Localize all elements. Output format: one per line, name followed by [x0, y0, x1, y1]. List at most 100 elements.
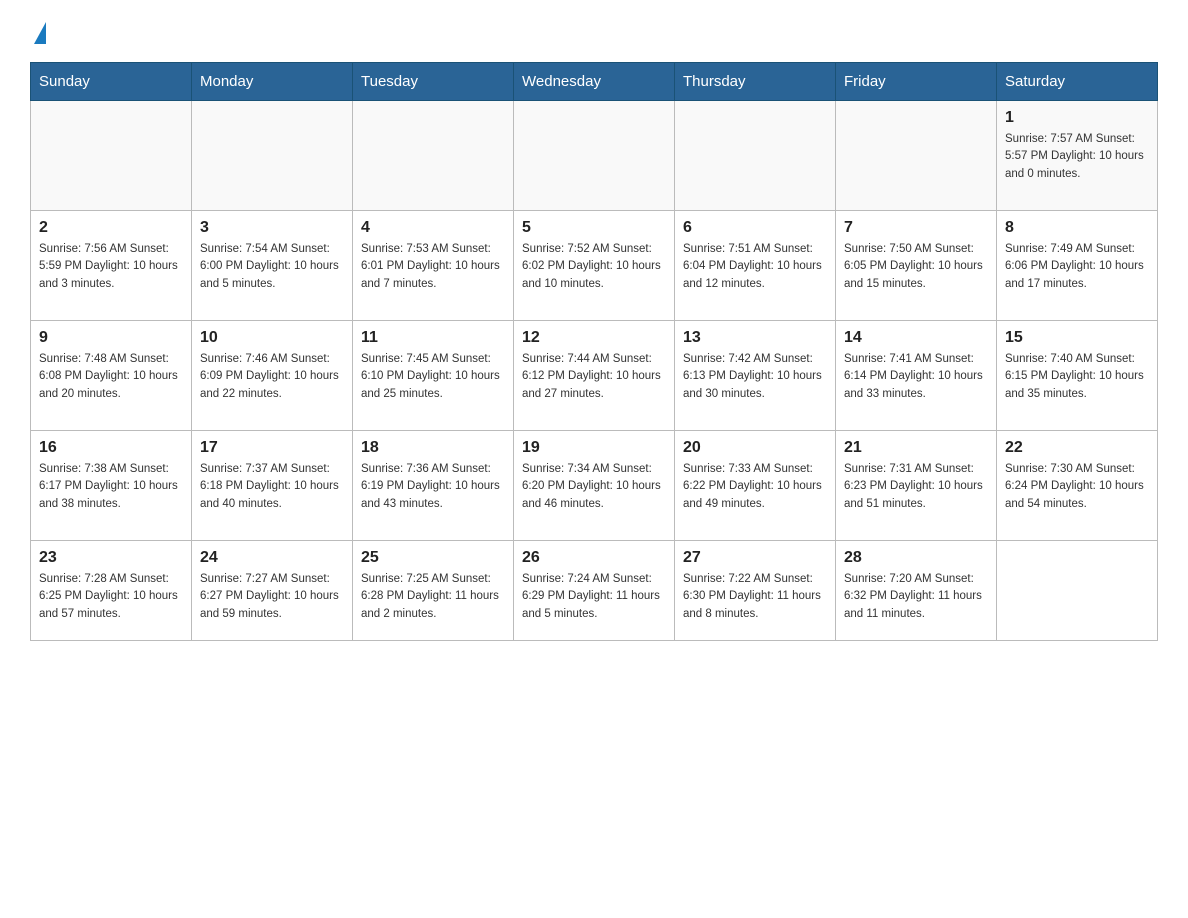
calendar-week-row: 16 Sunrise: 7:38 AM Sunset: 6:17 PM Dayli…	[31, 431, 1158, 541]
calendar-cell: 4Sunrise: 7:53 AM Sunset: 6:01 PM Daylig…	[353, 211, 514, 321]
calendar-cell: 28 Sunrise: 7:20 AM Sunset: 6:32 PM Dayli…	[836, 541, 997, 641]
day-info: Sunrise: 7:20 AM Sunset: 6:32 PM Dayligh…	[844, 571, 988, 623]
day-number: 12	[522, 329, 666, 347]
day-number: 9	[39, 329, 183, 347]
weekday-header-saturday: Saturday	[997, 63, 1158, 101]
calendar-cell: 21 Sunrise: 7:31 AM Sunset: 6:23 PM Dayli…	[836, 431, 997, 541]
weekday-header-wednesday: Wednesday	[514, 63, 675, 101]
weekday-header-sunday: Sunday	[31, 63, 192, 101]
calendar-cell: 22Sunrise: 7:30 AM Sunset: 6:24 PM Dayli…	[997, 431, 1158, 541]
calendar-week-row: 1 Sunrise: 7:57 AM Sunset: 5:57 PM Daylig…	[31, 101, 1158, 211]
day-info: Sunrise: 7:41 AM Sunset: 6:14 PM Dayligh…	[844, 351, 988, 403]
calendar-cell: 26 Sunrise: 7:24 AM Sunset: 6:29 PM Dayli…	[514, 541, 675, 641]
day-number: 23	[39, 549, 183, 567]
day-number: 22	[1005, 439, 1149, 457]
day-info: Sunrise: 7:56 AM Sunset: 5:59 PM Dayligh…	[39, 241, 183, 293]
calendar-cell: 24 Sunrise: 7:27 AM Sunset: 6:27 PM Dayli…	[192, 541, 353, 641]
day-info: Sunrise: 7:49 AM Sunset: 6:06 PM Dayligh…	[1005, 241, 1149, 293]
calendar-cell	[192, 101, 353, 211]
day-number: 5	[522, 219, 666, 237]
calendar-cell: 5 Sunrise: 7:52 AM Sunset: 6:02 PM Daylig…	[514, 211, 675, 321]
day-number: 19	[522, 439, 666, 457]
day-info: Sunrise: 7:34 AM Sunset: 6:20 PM Dayligh…	[522, 461, 666, 513]
calendar-cell: 3 Sunrise: 7:54 AM Sunset: 6:00 PM Daylig…	[192, 211, 353, 321]
calendar-cell	[514, 101, 675, 211]
day-number: 8	[1005, 219, 1149, 237]
calendar-cell: 15 Sunrise: 7:40 AM Sunset: 6:15 PM Dayli…	[997, 321, 1158, 431]
calendar-cell: 2 Sunrise: 7:56 AM Sunset: 5:59 PM Daylig…	[31, 211, 192, 321]
day-info: Sunrise: 7:57 AM Sunset: 5:57 PM Dayligh…	[1005, 131, 1149, 183]
calendar-cell: 13 Sunrise: 7:42 AM Sunset: 6:13 PM Dayli…	[675, 321, 836, 431]
calendar-cell: 1 Sunrise: 7:57 AM Sunset: 5:57 PM Daylig…	[997, 101, 1158, 211]
day-info: Sunrise: 7:28 AM Sunset: 6:25 PM Dayligh…	[39, 571, 183, 623]
calendar-cell: 11 Sunrise: 7:45 AM Sunset: 6:10 PM Dayli…	[353, 321, 514, 431]
day-info: Sunrise: 7:33 AM Sunset: 6:22 PM Dayligh…	[683, 461, 827, 513]
day-number: 27	[683, 549, 827, 567]
calendar-cell: 16 Sunrise: 7:38 AM Sunset: 6:17 PM Dayli…	[31, 431, 192, 541]
day-info: Sunrise: 7:27 AM Sunset: 6:27 PM Dayligh…	[200, 571, 344, 623]
day-info: Sunrise: 7:46 AM Sunset: 6:09 PM Dayligh…	[200, 351, 344, 403]
calendar-cell: 27 Sunrise: 7:22 AM Sunset: 6:30 PM Dayli…	[675, 541, 836, 641]
day-number: 21	[844, 439, 988, 457]
day-info: Sunrise: 7:50 AM Sunset: 6:05 PM Dayligh…	[844, 241, 988, 293]
calendar-cell: 23 Sunrise: 7:28 AM Sunset: 6:25 PM Dayli…	[31, 541, 192, 641]
calendar-cell: 18 Sunrise: 7:36 AM Sunset: 6:19 PM Dayli…	[353, 431, 514, 541]
day-number: 11	[361, 329, 505, 347]
calendar-cell: 25 Sunrise: 7:25 AM Sunset: 6:28 PM Dayli…	[353, 541, 514, 641]
day-info: Sunrise: 7:24 AM Sunset: 6:29 PM Dayligh…	[522, 571, 666, 623]
day-number: 3	[200, 219, 344, 237]
day-info: Sunrise: 7:40 AM Sunset: 6:15 PM Dayligh…	[1005, 351, 1149, 403]
day-info: Sunrise: 7:52 AM Sunset: 6:02 PM Dayligh…	[522, 241, 666, 293]
calendar-cell: 9 Sunrise: 7:48 AM Sunset: 6:08 PM Daylig…	[31, 321, 192, 431]
calendar-week-row: 9 Sunrise: 7:48 AM Sunset: 6:08 PM Daylig…	[31, 321, 1158, 431]
day-number: 18	[361, 439, 505, 457]
calendar-cell: 12 Sunrise: 7:44 AM Sunset: 6:12 PM Dayli…	[514, 321, 675, 431]
day-info: Sunrise: 7:48 AM Sunset: 6:08 PM Dayligh…	[39, 351, 183, 403]
day-number: 26	[522, 549, 666, 567]
day-number: 28	[844, 549, 988, 567]
day-info: Sunrise: 7:31 AM Sunset: 6:23 PM Dayligh…	[844, 461, 988, 513]
calendar-cell: 20Sunrise: 7:33 AM Sunset: 6:22 PM Dayli…	[675, 431, 836, 541]
day-info: Sunrise: 7:44 AM Sunset: 6:12 PM Dayligh…	[522, 351, 666, 403]
day-info: Sunrise: 7:36 AM Sunset: 6:19 PM Dayligh…	[361, 461, 505, 513]
day-number: 16	[39, 439, 183, 457]
calendar-week-row: 2 Sunrise: 7:56 AM Sunset: 5:59 PM Daylig…	[31, 211, 1158, 321]
day-number: 1	[1005, 109, 1149, 127]
day-number: 10	[200, 329, 344, 347]
day-number: 4	[361, 219, 505, 237]
day-info: Sunrise: 7:54 AM Sunset: 6:00 PM Dayligh…	[200, 241, 344, 293]
weekday-header-friday: Friday	[836, 63, 997, 101]
calendar-cell	[31, 101, 192, 211]
calendar-cell: 17 Sunrise: 7:37 AM Sunset: 6:18 PM Dayli…	[192, 431, 353, 541]
day-info: Sunrise: 7:42 AM Sunset: 6:13 PM Dayligh…	[683, 351, 827, 403]
day-info: Sunrise: 7:22 AM Sunset: 6:30 PM Dayligh…	[683, 571, 827, 623]
day-info: Sunrise: 7:51 AM Sunset: 6:04 PM Dayligh…	[683, 241, 827, 293]
day-number: 17	[200, 439, 344, 457]
logo-arrow-icon	[34, 22, 46, 44]
day-info: Sunrise: 7:25 AM Sunset: 6:28 PM Dayligh…	[361, 571, 505, 623]
day-number: 13	[683, 329, 827, 347]
day-number: 24	[200, 549, 344, 567]
weekday-header-row: SundayMondayTuesdayWednesdayThursdayFrid…	[31, 63, 1158, 101]
page-header	[30, 20, 1158, 42]
day-info: Sunrise: 7:45 AM Sunset: 6:10 PM Dayligh…	[361, 351, 505, 403]
weekday-header-monday: Monday	[192, 63, 353, 101]
calendar-cell	[675, 101, 836, 211]
day-info: Sunrise: 7:37 AM Sunset: 6:18 PM Dayligh…	[200, 461, 344, 513]
day-number: 6	[683, 219, 827, 237]
calendar-cell	[353, 101, 514, 211]
day-number: 15	[1005, 329, 1149, 347]
day-number: 25	[361, 549, 505, 567]
calendar-cell: 10 Sunrise: 7:46 AM Sunset: 6:09 PM Dayli…	[192, 321, 353, 431]
weekday-header-thursday: Thursday	[675, 63, 836, 101]
calendar-cell	[836, 101, 997, 211]
calendar-cell: 8 Sunrise: 7:49 AM Sunset: 6:06 PM Daylig…	[997, 211, 1158, 321]
calendar-cell: 6 Sunrise: 7:51 AM Sunset: 6:04 PM Daylig…	[675, 211, 836, 321]
calendar-table: SundayMondayTuesdayWednesdayThursdayFrid…	[30, 62, 1158, 641]
day-number: 2	[39, 219, 183, 237]
calendar-cell: 19 Sunrise: 7:34 AM Sunset: 6:20 PM Dayli…	[514, 431, 675, 541]
day-info: Sunrise: 7:38 AM Sunset: 6:17 PM Dayligh…	[39, 461, 183, 513]
day-number: 14	[844, 329, 988, 347]
calendar-cell: 7Sunrise: 7:50 AM Sunset: 6:05 PM Daylig…	[836, 211, 997, 321]
calendar-week-row: 23 Sunrise: 7:28 AM Sunset: 6:25 PM Dayli…	[31, 541, 1158, 641]
